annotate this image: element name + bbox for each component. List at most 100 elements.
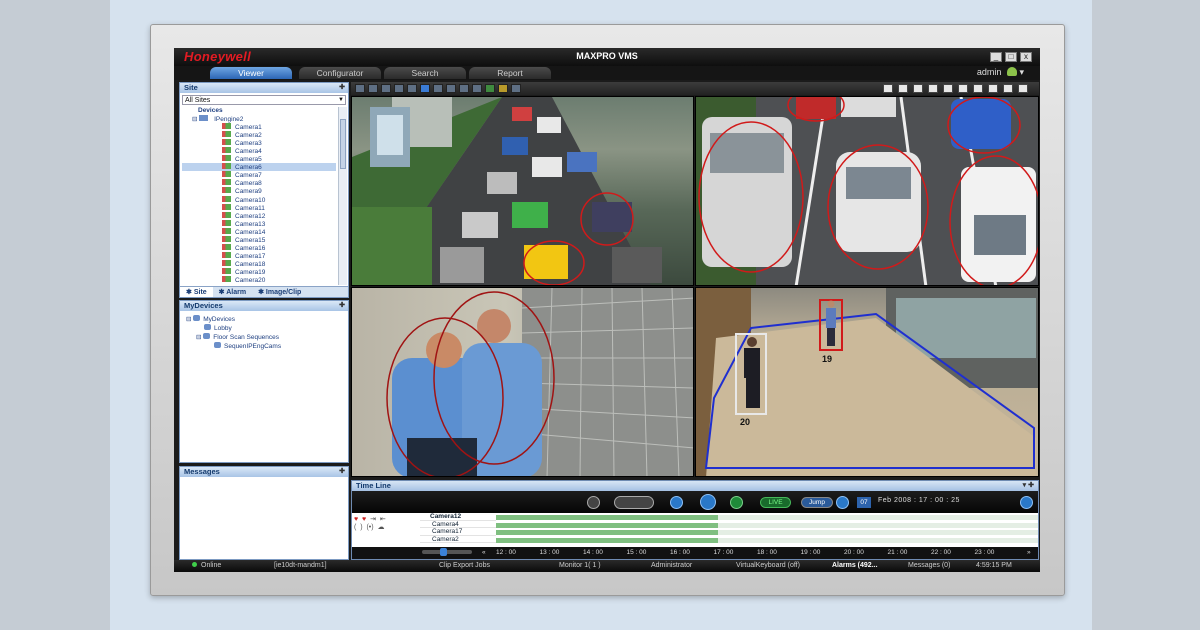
tree-item-camera[interactable]: Camera15 (182, 235, 336, 244)
tree-item-floor-scan[interactable]: ⊟ Floor Scan Sequences (186, 333, 348, 342)
site-dropdown[interactable]: All Sites ▼ (182, 95, 346, 105)
pin-icon[interactable]: ✚ (339, 301, 345, 311)
tree-item-camera[interactable]: Camera11 (182, 203, 336, 212)
toolbar-button-layout[interactable] (446, 84, 456, 93)
scroll-right-icon[interactable]: » (1027, 549, 1031, 556)
tab-site[interactable]: ✱ Site (180, 287, 213, 297)
zoom-out-icon[interactable]: ⇤ (380, 516, 386, 523)
scroll-left-icon[interactable]: « (482, 549, 486, 556)
tree-item-mydevices[interactable]: ⊟ MyDevices (186, 315, 348, 324)
scrollbar-thumb[interactable] (340, 119, 346, 169)
toolbar-button-back[interactable] (355, 84, 365, 93)
heart-icon[interactable]: ♥ (354, 516, 358, 523)
timeline-track[interactable] (496, 537, 1038, 543)
jump-button[interactable]: Jump (801, 497, 833, 508)
toolbar-button-export[interactable] (459, 84, 469, 93)
messages-count[interactable]: Messages (0) (908, 562, 950, 569)
timeline-camera-row[interactable]: Camera17 (420, 528, 496, 536)
layout-1plus12-icon[interactable] (973, 84, 983, 93)
forward-button[interactable] (730, 496, 743, 509)
pin-icon[interactable]: ▾ ✚ (1023, 481, 1034, 491)
tree-item-camera[interactable]: Camera8 (182, 179, 336, 187)
tree-item-camera[interactable]: Camera14 (182, 227, 336, 236)
rewind-button[interactable] (670, 496, 683, 509)
jump-go-button[interactable] (836, 496, 849, 509)
tree-item-camera[interactable]: Camera19 (182, 267, 336, 276)
tree-item-camera[interactable]: Camera4 (182, 147, 336, 155)
layout-2x2-icon[interactable] (898, 84, 908, 93)
timeline-date[interactable]: Feb 2008 : 17 : 00 : 25 (878, 497, 960, 504)
video-feed-traffic[interactable] (351, 96, 694, 286)
toolbar-button-forward[interactable] (368, 84, 378, 93)
layout-4x4-icon[interactable] (958, 84, 968, 93)
clip-export-jobs[interactable]: Clip Export Jobs (439, 562, 490, 569)
minimize-button[interactable]: _ (990, 52, 1002, 62)
layout-1plus7-icon[interactable] (943, 84, 953, 93)
tree-item-camera[interactable]: Camera7 (182, 171, 336, 179)
virtual-keyboard-status[interactable]: VirtualKeyboard (off) (736, 562, 800, 569)
tab-alarm[interactable]: ✱ Alarm (213, 287, 252, 297)
tree-item-camera[interactable]: Camera10 (182, 195, 336, 204)
toolbar-button-clip[interactable] (407, 84, 417, 93)
tree-item-camera[interactable]: Camera18 (182, 259, 336, 268)
tab-search[interactable]: Search (384, 67, 466, 79)
export-icon[interactable]: ☁ (377, 524, 384, 531)
pause-button[interactable] (700, 494, 716, 510)
timeline-track[interactable] (496, 515, 1038, 520)
tree-item-camera[interactable]: Camera6 (182, 163, 336, 172)
toolbar-button-print[interactable] (472, 84, 482, 93)
timeline-selected-camera[interactable]: Camera12 (420, 513, 496, 521)
tree-item-camera[interactable]: Camera1 (182, 123, 336, 131)
layout-list-icon[interactable] (1018, 84, 1028, 93)
layout-5x5-icon[interactable] (988, 84, 998, 93)
tab-report[interactable]: Report (469, 67, 551, 79)
tree-item-camera[interactable]: Camera13 (182, 219, 336, 228)
layout-3x3-icon[interactable] (928, 84, 938, 93)
maximize-button[interactable]: □ (1005, 52, 1017, 62)
tree-item-camera[interactable]: Camera3 (182, 139, 336, 147)
user-menu[interactable]: admin ▾ (977, 67, 1024, 78)
tree-item-camera[interactable]: Camera17 (182, 251, 336, 260)
tree-item-camera[interactable]: Camera5 (182, 155, 336, 163)
live-button[interactable]: LIVE (760, 497, 791, 508)
tree-item-sequence[interactable]: SequenIPEngCams (186, 342, 348, 351)
tab-image-clip[interactable]: ✱ Image/Clip (252, 287, 307, 297)
bookmark-icon[interactable]: ♥ (362, 516, 366, 523)
calendar-icon[interactable]: 07 (857, 497, 871, 508)
goto-time-button[interactable] (1020, 496, 1033, 509)
refresh-button[interactable] (587, 496, 600, 509)
video-feed-parking[interactable] (695, 96, 1039, 286)
toolbar-button-record[interactable] (381, 84, 391, 93)
warning-icon[interactable] (498, 84, 508, 93)
zoom-slider-knob[interactable] (440, 548, 447, 556)
toolbar-button-snapshot[interactable] (394, 84, 404, 93)
speed-slider[interactable] (614, 496, 654, 509)
mark-out-icon[interactable]: ) (360, 524, 362, 531)
video-feed-lobby[interactable]: 19 20 (695, 287, 1039, 477)
timeline-track[interactable] (496, 530, 1038, 535)
video-feed-guards[interactable] (351, 287, 694, 477)
layout-custom-icon[interactable] (1003, 84, 1013, 93)
zoom-slider[interactable] (422, 550, 472, 554)
layout-1plus5-icon[interactable] (913, 84, 923, 93)
toolbar-button-zoom[interactable] (433, 84, 443, 93)
tree-item-camera[interactable]: Camera20 (182, 275, 336, 284)
close-button[interactable]: x (1020, 52, 1032, 62)
tree-scrollbar[interactable] (338, 107, 347, 285)
timeline-camera-row[interactable]: Camera4 (420, 521, 496, 528)
mark-in-icon[interactable]: ( (354, 524, 356, 531)
tree-item-camera[interactable]: Camera16 (182, 243, 336, 252)
timeline-track[interactable] (496, 522, 1038, 528)
pin-icon[interactable]: ✚ (339, 467, 345, 477)
timeline-camera-row[interactable]: Camera2 (420, 536, 496, 543)
tree-item-devices[interactable]: Devices (182, 107, 336, 115)
tree-item-lobby[interactable]: Lobby (186, 324, 348, 333)
clip-icon[interactable]: (•) (366, 524, 373, 531)
play-icon[interactable] (485, 84, 495, 93)
tab-configurator[interactable]: Configurator (299, 67, 381, 79)
tree-item-camera[interactable]: Camera12 (182, 211, 336, 220)
pin-icon[interactable]: ✚ (339, 83, 345, 93)
toolbar-button-fullscreen[interactable] (511, 84, 521, 93)
layout-1x1-icon[interactable] (883, 84, 893, 93)
tree-item-ipengine[interactable]: ⊟ IPengine2 (182, 115, 336, 123)
